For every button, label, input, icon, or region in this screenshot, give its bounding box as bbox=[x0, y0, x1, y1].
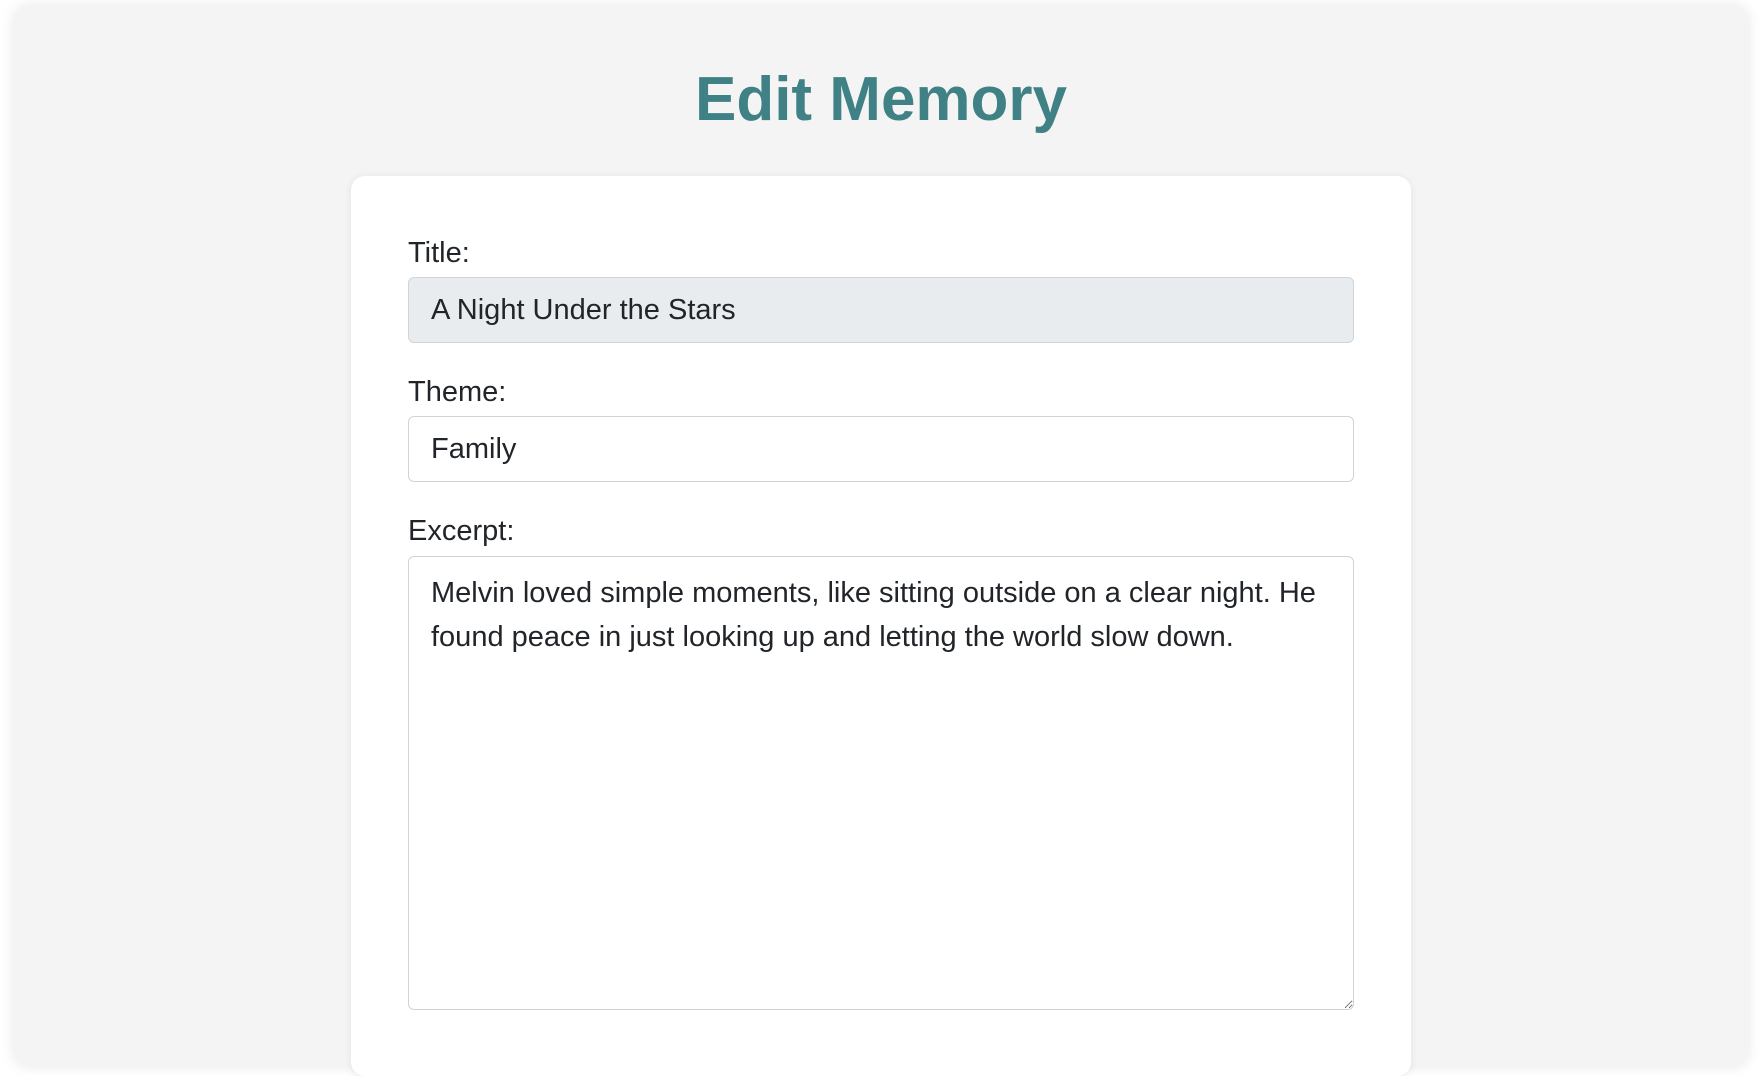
excerpt-textarea[interactable]: Melvin loved simple moments, like sittin… bbox=[408, 556, 1354, 1010]
excerpt-label: Excerpt: bbox=[408, 515, 515, 547]
edit-memory-form: Title: Theme: Excerpt: Melvin loved simp… bbox=[351, 176, 1411, 1076]
page-title: Edit Memory bbox=[694, 65, 1068, 134]
theme-field[interactable] bbox=[408, 416, 1354, 482]
title-label: Title: bbox=[408, 237, 470, 269]
title-field[interactable] bbox=[408, 277, 1354, 343]
theme-label: Theme: bbox=[408, 376, 507, 408]
